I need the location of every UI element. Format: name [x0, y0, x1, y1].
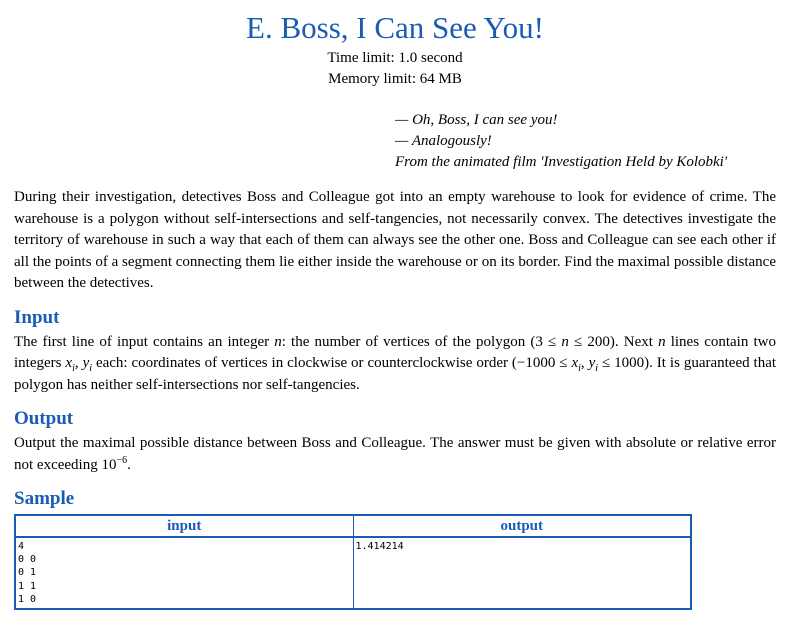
sample-output-text[interactable]: 1.414214: [356, 540, 689, 553]
text-fragment: .: [127, 456, 131, 473]
epigraph-source: From the animated film 'Investigation He…: [395, 154, 728, 170]
math-var: n: [274, 333, 282, 350]
problem-limits: Time limit: 1.0 second Memory limit: 64 …: [14, 48, 776, 90]
memory-limit: Memory limit: 64 MB: [328, 71, 462, 87]
sample-input-cell[interactable]: 4 0 0 0 1 1 1 1 0: [14, 536, 354, 610]
sample-output-header: output: [352, 514, 692, 538]
input-heading: Input: [14, 306, 60, 328]
problem-title: E. Boss, I Can See You!: [246, 10, 544, 45]
sample-output-cell[interactable]: 1.414214: [352, 536, 692, 610]
text-fragment: ,: [74, 355, 83, 371]
text-fragment: The first line of input contains an inte…: [14, 333, 275, 350]
input-description: The first line of input contains an inte…: [14, 332, 776, 397]
epigraph-line: — Analogously!: [395, 133, 492, 149]
sample-input-header: input: [14, 514, 354, 538]
sample-header-row: input output: [14, 514, 692, 538]
output-heading: Output: [14, 408, 74, 429]
sample-heading: Sample: [14, 488, 75, 509]
text-fragment: ≤ 200). Next: [568, 333, 659, 350]
math-var: n: [561, 333, 569, 350]
epigraph-line: — Oh, Boss, I can see you!: [395, 112, 558, 128]
math-superscript: −6: [116, 454, 128, 466]
sample-input-text[interactable]: 4 0 0 0 1 1 1 1 0: [18, 540, 351, 606]
math-var: n: [658, 333, 666, 350]
sample-table: input output 4 0 0 0 1 1 1 1 0 1.414214: [14, 514, 692, 610]
problem-legend: During their investigation, detectives B…: [14, 189, 776, 291]
time-limit: Time limit: 1.0 second: [327, 50, 463, 66]
epigraph: — Oh, Boss, I can see you! — Analogously…: [395, 110, 776, 173]
text-fragment: ,: [580, 355, 589, 371]
text-fragment: : the number of vertices of the polygon …: [281, 333, 562, 350]
output-description: Output the maximal possible distance bet…: [14, 433, 776, 476]
sample-data-row: 4 0 0 0 1 1 1 1 0 1.414214: [14, 536, 692, 610]
problem-page: E. Boss, I Can See You! Time limit: 1.0 …: [0, 10, 793, 610]
text-fragment: each: coordinates of vertices in clockwi…: [92, 355, 572, 371]
